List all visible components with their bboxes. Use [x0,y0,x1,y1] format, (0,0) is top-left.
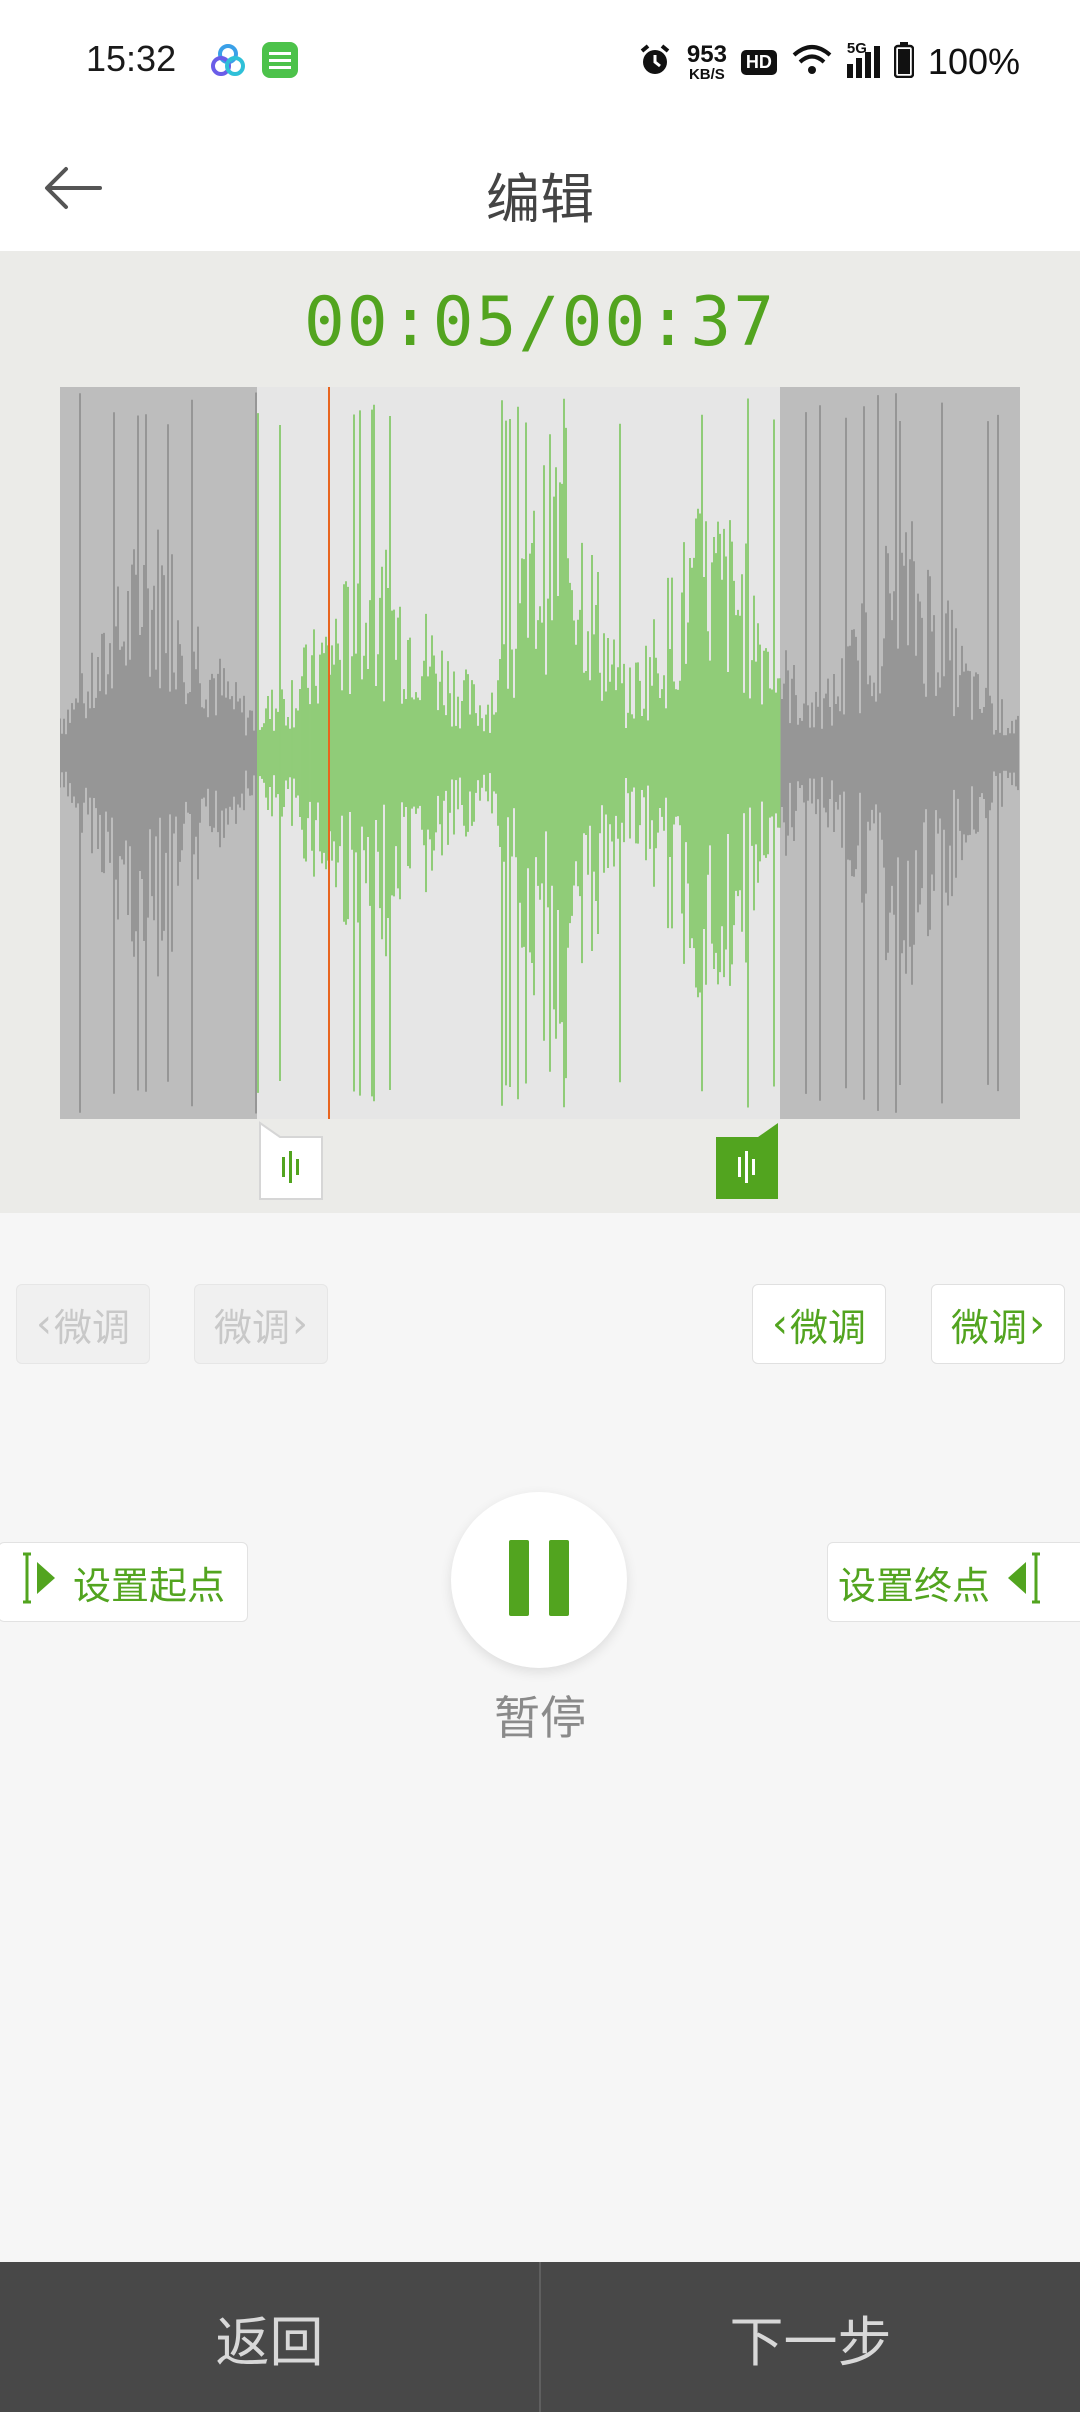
status-time: 15:32 [86,38,177,79]
app-notification-icon [210,42,246,78]
battery-icon [893,41,915,83]
pause-button[interactable] [451,1492,627,1668]
status-bar: 15:32 953 KB/S HD 5G 100% [0,0,1080,125]
next-step-button[interactable]: 下一步 [541,2262,1080,2412]
selection-end-handle[interactable] [714,1121,780,1201]
hd-badge: HD [740,49,777,75]
alarm-icon [637,42,673,83]
end-fine-tune-left-button[interactable]: ‹ 微调 [752,1284,886,1364]
pause-icon [507,1538,571,1622]
start-fine-tune-right-button[interactable]: 微调 › [194,1284,328,1364]
waveform-graphic [60,387,1020,1119]
waveform-panel: 00:05/00:37 [0,251,1080,1213]
set-end-icon [1004,1550,1044,1615]
app-header: 编辑 [0,125,1080,251]
chevron-left-icon: ‹ [771,1301,788,1347]
time-display: 00:05/00:37 [303,283,777,362]
set-start-icon [19,1550,59,1615]
battery-level: 100% [927,41,1020,82]
audio-app-notification-icon [262,42,298,78]
chevron-right-icon: › [292,1301,308,1347]
selection-start-handle[interactable] [258,1121,324,1201]
status-indicators: 953 KB/S HD 5G 100% [637,34,1020,90]
set-end-button[interactable]: 设置终点 [827,1542,1080,1622]
set-start-button[interactable]: 设置起点 [0,1542,248,1622]
waveform[interactable] [60,387,1020,1119]
page-title: 编辑 [486,168,594,231]
bottom-bar: 返回 下一步 [0,2262,1080,2412]
end-fine-tune-right-button[interactable]: 微调 › [931,1284,1065,1364]
start-fine-tune-left-button[interactable]: ‹ 微调 [16,1284,150,1364]
network-speed: 953 KB/S [686,40,727,83]
chevron-left-icon: ‹ [35,1301,52,1347]
signal-icon: 5G [846,40,880,78]
bottom-back-button[interactable]: 返回 [0,2262,539,2412]
pause-label: 暂停 [494,1691,586,1745]
wifi-icon [791,43,833,82]
chevron-right-icon: › [1029,1301,1045,1347]
